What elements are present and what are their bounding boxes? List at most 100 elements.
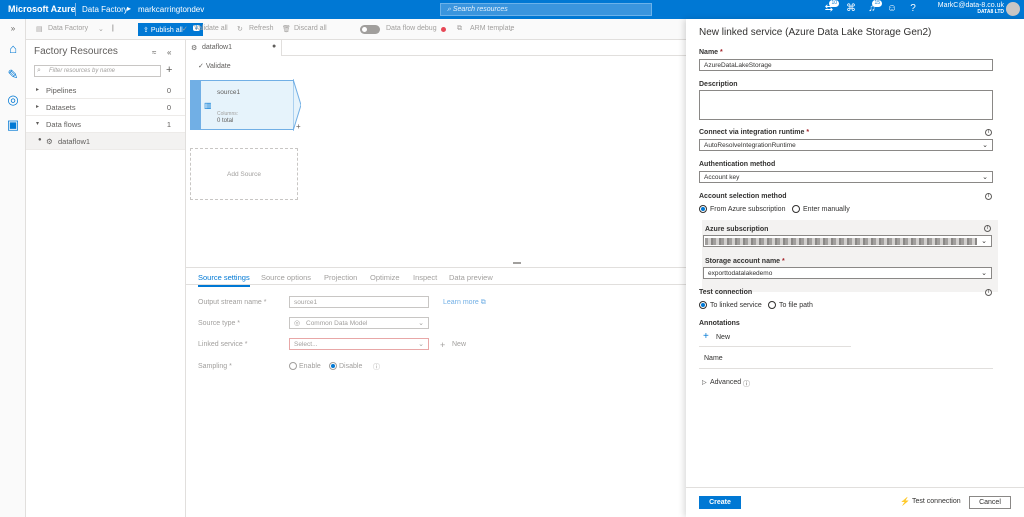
linked-service-select[interactable]: Select... ⌄ bbox=[289, 338, 429, 350]
chevron-down-icon[interactable]: ⌄ bbox=[98, 25, 104, 33]
advanced-toggle[interactable]: Advanced bbox=[710, 379, 741, 386]
data-flow-debug-toggle[interactable] bbox=[360, 25, 380, 34]
divider bbox=[699, 368, 993, 369]
sampling-disable-radio[interactable] bbox=[329, 362, 337, 370]
breadcrumb-factory-name[interactable]: markcarringtondev bbox=[138, 5, 204, 14]
info-icon[interactable]: i bbox=[985, 193, 992, 200]
name-input[interactable]: AzureDataLakeStorage bbox=[699, 59, 993, 71]
info-icon[interactable]: i bbox=[984, 225, 991, 232]
expand-icon[interactable]: » bbox=[5, 21, 21, 37]
new-linked-service-button[interactable]: New bbox=[452, 341, 466, 348]
brand-title[interactable]: Microsoft Azure bbox=[8, 4, 76, 14]
add-transform-icon[interactable]: + bbox=[296, 122, 301, 131]
from-subscription-radio[interactable] bbox=[699, 205, 707, 213]
source-node[interactable]: ▥ source1 Columns: 0 total bbox=[190, 80, 294, 130]
cdm-icon: ◎ bbox=[294, 320, 301, 327]
info-icon[interactable]: i bbox=[985, 129, 992, 136]
home-icon[interactable]: ⌂ bbox=[5, 41, 21, 57]
source-type-select[interactable]: Common Data Model ⌄ bbox=[289, 317, 429, 329]
breadcrumb-data-factory[interactable]: Data Factory bbox=[82, 5, 128, 14]
tab-inspect[interactable]: Inspect bbox=[413, 273, 437, 282]
left-rail: » ⌂ ✎ ◎ ▣ bbox=[0, 19, 26, 517]
tab-label: dataflow1 bbox=[202, 44, 232, 51]
create-button[interactable]: Create bbox=[699, 496, 741, 509]
storage-account-select[interactable]: exporttodatalakedemo ⌄ bbox=[703, 267, 992, 279]
tab-data-preview[interactable]: Data preview bbox=[449, 273, 493, 282]
test-connection-button[interactable]: Test connection bbox=[912, 498, 961, 505]
chat-icon[interactable]: ☺ bbox=[886, 3, 898, 15]
caret-right-icon[interactable]: ▷ bbox=[702, 379, 707, 386]
add-resource-icon[interactable]: + bbox=[166, 64, 172, 76]
resource-pipelines[interactable]: ▸ Pipelines 0 bbox=[26, 82, 185, 99]
refresh-button[interactable]: Refresh bbox=[249, 25, 274, 32]
resource-data-flows[interactable]: ▾ Data flows 1 bbox=[26, 116, 185, 133]
arm-icon: ⧉ bbox=[457, 25, 462, 32]
to-file-path-radio[interactable] bbox=[768, 301, 776, 309]
auth-method-select[interactable]: Account key ⌄ bbox=[699, 171, 993, 183]
feedback-icon[interactable]: ⇆ 10 bbox=[823, 0, 839, 15]
check-icon: ✓ bbox=[182, 26, 188, 33]
pane-resize-handle[interactable] bbox=[513, 262, 521, 264]
info-icon[interactable]: i bbox=[985, 289, 992, 296]
tab-dataflow1[interactable]: dataflow1 bbox=[186, 40, 282, 56]
monitor-icon[interactable]: ◎ bbox=[5, 92, 21, 108]
validate-button[interactable]: ✓ Validate bbox=[198, 62, 231, 70]
plus-icon[interactable]: + bbox=[703, 331, 709, 342]
description-label: Description bbox=[699, 81, 738, 88]
avatar[interactable] bbox=[1006, 2, 1020, 16]
add-source-box[interactable]: Add Source bbox=[190, 148, 298, 200]
bell-icon[interactable]: ♫ 15 bbox=[866, 0, 882, 15]
discard-all-button[interactable]: Discard all bbox=[294, 25, 327, 32]
resource-label: Data flows bbox=[46, 120, 82, 129]
help-icon[interactable]: ? bbox=[907, 3, 919, 15]
resource-label: Pipelines bbox=[46, 86, 77, 95]
data-factory-button[interactable]: Data Factory bbox=[48, 25, 88, 32]
caret-right-icon: ▸ bbox=[36, 104, 40, 110]
sampling-label: Sampling * bbox=[198, 363, 232, 370]
node-title: source1 bbox=[217, 89, 241, 96]
chevron-down-icon: ⌄ bbox=[982, 142, 988, 149]
filter-resources-input[interactable]: Filter resources by name bbox=[34, 65, 161, 77]
tab-projection[interactable]: Projection bbox=[324, 273, 357, 282]
to-linked-service-radio[interactable] bbox=[699, 301, 707, 309]
dataflow-canvas[interactable]: ✓ Validate ▥ source1 Columns: 0 total + … bbox=[186, 56, 686, 266]
collapse-icon[interactable]: ≈ bbox=[152, 48, 156, 57]
user-email: MarkC@data-8.co.uk bbox=[937, 2, 1004, 9]
description-textarea[interactable] bbox=[699, 90, 993, 120]
tab-source-options[interactable]: Source options bbox=[261, 273, 311, 282]
divider: | bbox=[112, 25, 114, 32]
source-type-label: Source type * bbox=[198, 320, 241, 327]
runtime-label: Connect via integration runtime * bbox=[699, 129, 810, 136]
resource-datasets[interactable]: ▸ Datasets 0 bbox=[26, 99, 185, 116]
new-linked-service-panel: New linked service (Azure Data Lake Stor… bbox=[686, 19, 1024, 517]
runtime-select[interactable]: AutoResolveIntegrationRuntime ⌄ bbox=[699, 139, 993, 151]
toolbox-icon[interactable]: ▣ bbox=[5, 117, 21, 133]
name-label: Name * bbox=[699, 49, 723, 56]
sampling-enable-radio[interactable] bbox=[289, 362, 297, 370]
info-icon[interactable]: ⓘ bbox=[743, 379, 750, 389]
tab-source-settings[interactable]: Source settings bbox=[198, 273, 250, 287]
to-file-path-label: To file path bbox=[779, 302, 813, 309]
resource-dataflow1[interactable]: ● ⚙ dataflow1 bbox=[26, 133, 185, 150]
pencil-icon[interactable]: ✎ bbox=[5, 67, 21, 83]
double-chevron-left-icon[interactable]: « bbox=[167, 48, 171, 57]
dot-icon: ● bbox=[38, 137, 42, 143]
tab-optimize[interactable]: Optimize bbox=[370, 273, 400, 282]
linked-service-label: Linked service * bbox=[198, 341, 248, 348]
divider bbox=[75, 3, 76, 16]
output-stream-input[interactable]: source1 bbox=[289, 296, 429, 308]
language-icon[interactable]: ⌘ bbox=[845, 3, 857, 15]
enter-manually-radio[interactable] bbox=[792, 205, 800, 213]
chevron-down-icon[interactable]: ⌄ bbox=[508, 25, 514, 33]
plus-icon[interactable]: + bbox=[440, 340, 445, 350]
user-menu[interactable]: MarkC@data-8.co.uk DATA8 LTD bbox=[934, 2, 1004, 15]
new-annotation-button[interactable]: New bbox=[716, 334, 730, 341]
validate-all-button[interactable]: Validate all bbox=[194, 25, 228, 32]
refresh-icon: ↻ bbox=[237, 26, 243, 33]
cancel-button[interactable]: Cancel bbox=[969, 496, 1011, 509]
learn-more-link[interactable]: Learn more ⧉ bbox=[443, 299, 486, 307]
search-input[interactable]: ⌕ Search resources bbox=[440, 3, 652, 16]
annotations-label: Annotations bbox=[699, 320, 740, 327]
info-icon[interactable]: ⓘ bbox=[373, 362, 380, 372]
dataflow-icon: ⚙ bbox=[46, 137, 53, 146]
